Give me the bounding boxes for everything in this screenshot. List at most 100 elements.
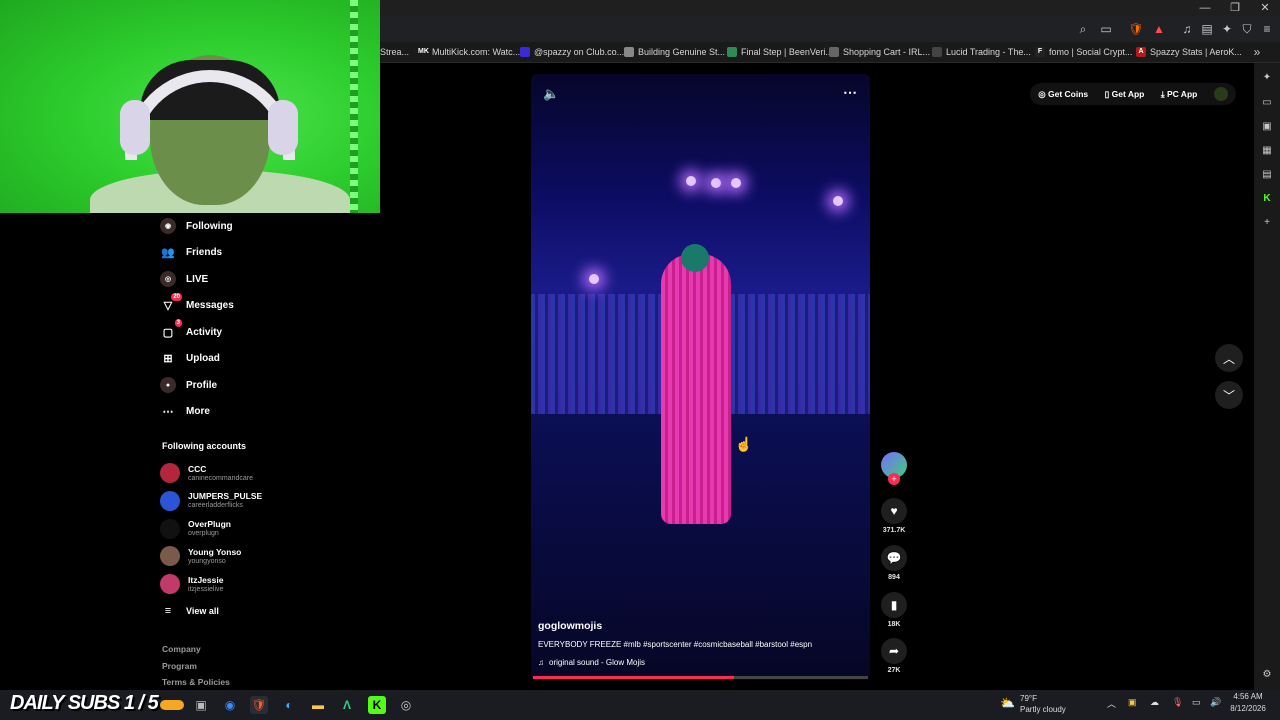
add-panel-icon[interactable]: + (1259, 215, 1275, 231)
zoom-search-icon[interactable]: ⌕ (1074, 20, 1092, 38)
history-icon[interactable]: ▤ (1259, 167, 1275, 183)
bookmarks-panel-icon[interactable]: ▦ (1259, 143, 1275, 159)
lucid-icon[interactable]: Λ (338, 696, 356, 714)
sidebar-item-profile[interactable]: ● Profile (160, 374, 217, 396)
video-sound[interactable]: ♫ original sound - Glow Mojis (538, 658, 645, 667)
bookmark-favicon-icon (727, 47, 737, 57)
video-more-icon[interactable]: ⋯ (843, 84, 857, 101)
avatar (160, 574, 180, 595)
kick-taskbar-icon[interactable]: K (368, 696, 386, 714)
heart-icon: ♥ (881, 498, 907, 524)
file-explorer-icon[interactable]: ▬ (309, 696, 327, 714)
comment-button[interactable]: 💬 894 (880, 545, 908, 581)
sidebar-item-more[interactable]: ⋯ More (160, 401, 210, 423)
previous-video-button[interactable]: ︿ (1215, 344, 1243, 372)
sidebar-item-label: More (186, 406, 210, 417)
reading-list-icon[interactable]: ▭ (1259, 95, 1275, 111)
sidebar-item-following[interactable]: ◉ Following (160, 215, 233, 237)
share-count: 27K (887, 667, 901, 674)
bookmark-favicon-icon (520, 47, 530, 57)
task-view-icon[interactable]: ▣ (192, 696, 210, 714)
wallet-icon[interactable]: ▣ (1259, 119, 1275, 135)
sidebar-item-label: Messages (186, 300, 234, 311)
list-icon: ≡ (164, 605, 172, 617)
like-count: 371.7K (882, 527, 906, 534)
sidebar-item-label: Upload (186, 353, 220, 364)
restore-button[interactable]: ❐ (1220, 0, 1250, 16)
speaker-icon[interactable]: 🔊 (1210, 697, 1221, 708)
creator-avatar[interactable]: + (880, 452, 908, 485)
sidebar-item-live[interactable]: ◎ LIVE (160, 268, 208, 290)
following-account[interactable]: ItzJessie itzjessielive (160, 571, 223, 597)
sidebar-item-label: Profile (186, 379, 218, 391)
bookmark-item[interactable]: Ffomo | Social Crypt... (1035, 44, 1132, 60)
brave-shields-icon[interactable]: 🛡 (1127, 20, 1145, 38)
video-username[interactable]: goglowmojis (538, 620, 602, 632)
follow-plus-icon[interactable]: + (888, 473, 900, 485)
get-app-link[interactable]: ▯ Get App (1105, 89, 1145, 100)
sidebar-item-messages[interactable]: ▽ 20 Messages (160, 292, 234, 317)
following-account[interactable]: CCC caninecommandcare (160, 460, 253, 486)
save-button[interactable]: ▮ 18K (880, 592, 908, 628)
obs-icon[interactable]: ◎ (397, 696, 415, 714)
stadium-light (711, 178, 721, 188)
get-coins-link[interactable]: ◎ Get Coins (1038, 89, 1088, 100)
bookmark-item[interactable]: @spazzy on Club.co... (520, 44, 624, 60)
video-player[interactable]: 🔈 ⋯ (531, 74, 870, 680)
close-window-button[interactable]: ✕ (1250, 0, 1280, 16)
app-icon-blue[interactable]: ◉ (221, 696, 239, 714)
account-text: JUMPERS_PULSE careerladderflicks (188, 491, 262, 510)
like-button[interactable]: ♥ 371.7K (880, 498, 908, 534)
bookmark-item[interactable]: Strea... (380, 44, 409, 60)
stadium-light (833, 196, 843, 206)
next-video-button[interactable]: ﹀ (1215, 381, 1243, 409)
sidebar-item-activity[interactable]: ▢ 3 Activity (160, 319, 222, 343)
bookmark-item[interactable]: Building Genuine St... (624, 44, 725, 60)
account-handle: youngyonso (188, 557, 226, 565)
mic-icon[interactable]: 🎙 (1172, 697, 1183, 708)
tray-app-icon[interactable]: ▣ (1128, 697, 1137, 708)
video-caption: EVERYBODY FREEZE #mlb #sportscenter #cos… (538, 640, 813, 649)
cloud-icon[interactable]: ☁ (1150, 697, 1159, 708)
clock-date[interactable]: 8/12/2026 (1226, 704, 1270, 713)
bookmark-item[interactable]: Lucid Trading - The... (932, 44, 1031, 60)
account-handle: careerladderflicks (188, 502, 243, 510)
kick-icon[interactable]: K (1259, 191, 1275, 207)
minimize-button[interactable]: — (1190, 0, 1220, 16)
following-account[interactable]: JUMPERS_PULSE careerladderflicks (160, 488, 262, 514)
following-account[interactable]: OverPlugn overplugn (160, 516, 231, 542)
footer-program[interactable]: Program (162, 661, 197, 671)
network-icon[interactable]: ▭ (1192, 697, 1201, 708)
brave-rewards-icon[interactable]: ▲ (1150, 20, 1168, 38)
panel-settings-icon[interactable]: ⚙ (1259, 667, 1275, 683)
user-avatar[interactable] (1213, 87, 1228, 101)
edge-icon[interactable]: ◐ (280, 696, 298, 714)
brave-taskbar-icon[interactable]: 🛡 (250, 696, 268, 714)
clock-time[interactable]: 4:56 AM (1228, 692, 1268, 701)
account-handle: overplugn (188, 530, 219, 538)
tray-expand-icon[interactable]: ︿ (1107, 697, 1116, 710)
bookmark-item[interactable]: MK MultiKick.com: Watc... (418, 44, 520, 60)
vpn-icon[interactable]: ⛉ (1238, 20, 1256, 38)
upload-icon: ⊞ (163, 353, 173, 365)
footer-company[interactable]: Company (162, 644, 201, 654)
bookmark-item[interactable]: A Spazzy Stats | AeroK... (1136, 44, 1242, 60)
share-button[interactable]: ➦ 27K (880, 638, 908, 674)
view-all-link[interactable]: ≡ View all (160, 600, 219, 622)
following-account[interactable]: Young Yonso youngyonso (160, 543, 241, 569)
bookmark-item[interactable]: Shopping Cart - IRL... (829, 44, 930, 60)
cast-icon[interactable]: ▭ (1097, 20, 1115, 38)
footer-terms[interactable]: Terms & Policies (162, 677, 230, 687)
leo-ai-icon[interactable]: ✦ (1218, 20, 1236, 38)
volume-icon[interactable]: 🔈 (543, 86, 559, 102)
sidebar-toggle-icon[interactable]: ▤ (1198, 20, 1216, 38)
more-bookmarks-icon[interactable]: » (1248, 43, 1266, 61)
pc-app-link[interactable]: ⤓ PC App (1161, 89, 1198, 100)
bookmark-item[interactable]: Final Step | BeenVeri... (727, 44, 833, 60)
sidebar-item-upload[interactable]: ⊞ Upload (160, 348, 220, 370)
leo-icon[interactable]: ✦ (1259, 70, 1275, 86)
menu-icon[interactable]: ≡ (1258, 20, 1276, 38)
weather-desc: Partly cloudy (1020, 705, 1066, 714)
media-icon[interactable]: ♫ (1178, 20, 1196, 38)
sidebar-item-friends[interactable]: 👥 Friends (160, 242, 222, 264)
